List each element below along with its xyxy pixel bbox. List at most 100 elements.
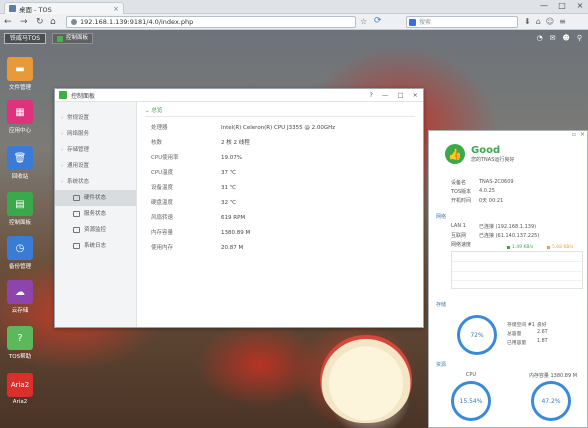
desktop-icon-label: 备份管理 [8,264,31,270]
close-tab-icon[interactable]: × [113,5,119,13]
maximize-icon[interactable]: □ [556,1,568,10]
desktop-icon-label: 回收站 [11,174,29,180]
network-speed-chart [451,251,583,289]
notification-icon[interactable]: ✉ [550,34,556,42]
sidebar-item-label: 硬件状态 [84,195,107,201]
sidebar-item-label: 服务状态 [84,211,107,217]
desktop-icon-aria2[interactable]: Aria2 Aria2 [3,373,37,405]
pin-icon[interactable]: ▫ [572,131,576,138]
taskbar-control-panel[interactable]: 控制面板 [52,33,94,44]
tos-favicon-icon [9,5,16,12]
sidebar-item-resource-monitor[interactable]: 资源监控 [55,222,136,238]
info-value: 20.87 M [221,245,244,251]
info-row: 内存容量 1380.89 M [151,226,423,241]
reload-icon[interactable]: ↻ [36,17,44,27]
app-center-icon: ▦ [7,100,33,124]
sync-icon[interactable]: ☺ [546,17,554,26]
aria2-icon: Aria2 [7,373,33,397]
window-titlebar[interactable]: 控制面板 ? — □ × [55,89,423,102]
help-icon[interactable]: ? [369,91,372,99]
minimize-icon[interactable]: — [538,1,550,10]
home-icon[interactable]: ⌂ [50,17,56,27]
control-panel-sidebar: 常规设置 网络服务 存储管理 通用设置 系统状态 硬件状态 服务状态 资源监控 … [55,102,137,327]
sidebar-item-common[interactable]: 通用设置 [55,158,136,174]
folder-icon: ▬ [7,57,33,81]
control-panel-icon [57,35,63,42]
close-icon[interactable]: × [580,131,585,138]
info-key: CPU使用率 [151,155,179,161]
refresh-icon[interactable]: ⟳ [374,16,382,26]
minimize-icon[interactable]: — [382,91,389,99]
speed-row: 网络速度 [451,242,472,248]
info-key: 风扇转速 [151,215,174,221]
info-row: CPU使用率 19.07% [151,151,423,166]
dashboard-icon[interactable]: ◔ [537,34,543,42]
sidebar-item-system-status[interactable]: 系统状态 [55,174,136,190]
back-icon[interactable]: ← [4,17,12,27]
uptime-row: 开机时间 0天 00:21 [451,198,504,204]
desktop-icon-label: 云存储 [11,308,29,314]
sidebar-item-hardware[interactable]: 硬件状态 [55,190,136,206]
hardware-icon [73,195,80,201]
health-status: Good [471,145,501,156]
dashboard-controls: ▫ × [572,131,585,138]
menu-icon[interactable]: ≡ [559,17,566,26]
desktop-icon-app-center[interactable]: ▦ 应用中心 [3,100,37,134]
storage-pool-row: 存储空间 #1 良好 [507,323,547,328]
storage-section-label: 存储 [436,302,447,308]
info-key: 设备温度 [151,185,174,191]
info-row: 硬盘温度 32 ℃ [151,196,423,211]
window-controls: — □ × [538,1,586,10]
sidebar-item-label: 资源监控 [84,227,107,233]
info-key: 硬盘温度 [151,200,174,206]
forward-icon[interactable]: → [20,17,28,27]
thumbs-up-icon: 👍 [445,144,465,164]
desktop-icon-label: 文件管理 [8,85,31,91]
help-icon: ? [7,326,33,350]
desktop-icon-help[interactable]: ? TOS帮助 [3,326,37,360]
desktop-icon-backup[interactable]: ◷ 备份管理 [3,236,37,270]
download-icon[interactable]: ⬇ [524,17,531,26]
desktop-icon-cloud[interactable]: ☁ 云存储 [3,280,37,314]
tos-logo: 铁威马TOS [4,33,46,44]
info-value: 2 核 2 线程 [221,140,250,146]
section-title: ⌄ 总览 [145,106,415,117]
lan-row: LAN 1 已连接 (192.168.1.139) [451,223,537,230]
storage-total-row: 总容量 2.6T [507,330,548,337]
control-panel-icon: ▤ [7,192,33,216]
desktop-icon-trash[interactable]: 🗑 回收站 [3,146,37,180]
close-icon[interactable]: × [413,91,418,99]
desktop-icon-file-manager[interactable]: ▬ 文件管理 [3,57,37,91]
info-value: 32 ℃ [221,200,236,206]
window-title: 控制面板 [71,92,96,100]
info-row: CPU温度 37 ℃ [151,166,423,181]
tos-version-row: TOS版本 4.0.25 [451,188,495,195]
sidebar-item-network[interactable]: 网络服务 [55,126,136,142]
download-legend: 5.68 KB/s [547,245,573,250]
info-key: 处理器 [151,125,168,131]
sidebar-item-services[interactable]: 服务状态 [55,206,136,222]
search-icon[interactable]: ⚲ [577,34,582,42]
info-key: 核数 [151,140,163,146]
home-button-icon[interactable]: ⌂ [536,17,541,26]
desktop-icon-label: Aria2 [12,399,28,405]
control-panel-window: 控制面板 ? — □ × 常规设置 网络服务 存储管理 通用设置 系统状态 硬件… [54,88,424,328]
url-input[interactable]: 192.168.1.139:9181/4.0/index.php [66,16,356,28]
info-row: 处理器 Intel(R) Celeron(R) CPU J3355 @ 2.00G… [151,121,423,136]
desktop-icon-control-panel[interactable]: ▤ 控制面板 [3,192,37,226]
search-engine-icon [409,19,416,26]
maximize-icon[interactable]: □ [397,91,403,99]
url-text: 192.168.1.139:9181/4.0/index.php [80,18,194,26]
sidebar-item-system-log[interactable]: 系统日志 [55,238,136,254]
sidebar-item-storage[interactable]: 存储管理 [55,142,136,158]
close-window-icon[interactable]: × [574,1,586,10]
info-value: 1380.89 M [221,230,251,236]
browser-tools: ⬇ ⌂ ☺ ≡ [524,17,566,26]
browser-tabbar: 桌面 - TOS × — □ × [0,0,588,14]
sidebar-item-general[interactable]: 常规设置 [55,110,136,126]
search-input[interactable]: 搜索 [406,16,518,28]
bookmark-star-icon[interactable]: ☆ [360,17,367,26]
browser-tab[interactable]: 桌面 - TOS × [4,2,124,14]
cloud-icon: ☁ [7,280,33,304]
user-icon[interactable]: ☻ [563,34,570,42]
